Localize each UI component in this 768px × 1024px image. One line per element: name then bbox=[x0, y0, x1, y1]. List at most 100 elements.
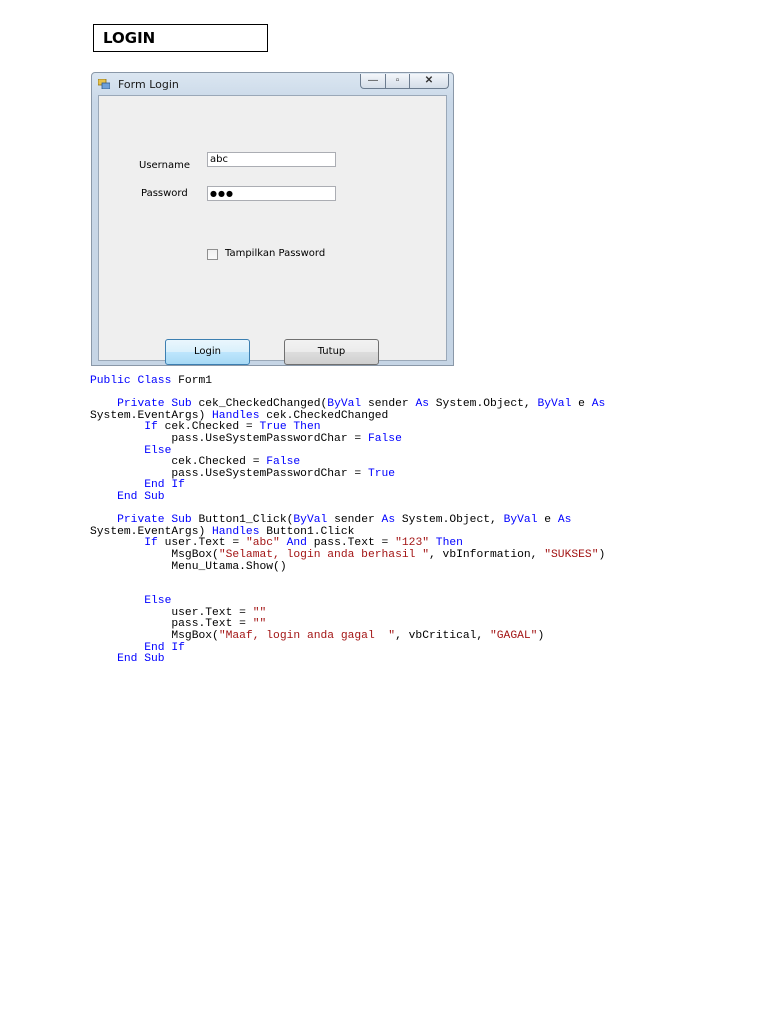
minimize-button[interactable]: — bbox=[360, 74, 386, 89]
code-text: System.Object, bbox=[429, 398, 538, 411]
code-text: user.Text = bbox=[157, 537, 246, 550]
code-keyword: Handles bbox=[212, 409, 260, 422]
code-text: MsgBox( bbox=[90, 630, 219, 643]
code-text: Form1 bbox=[171, 375, 213, 387]
code-string: "GAGAL" bbox=[490, 630, 538, 643]
code-keyword: Else bbox=[144, 595, 172, 608]
code-string: "" bbox=[252, 606, 267, 619]
code-string: "" bbox=[252, 618, 267, 631]
code-keyword: ByVal bbox=[503, 514, 538, 527]
code-line: Menu_Utama.Show() bbox=[90, 560, 605, 574]
code-text: cek.CheckedChanged bbox=[259, 409, 389, 422]
code-text: e bbox=[571, 398, 592, 411]
maximize-button[interactable]: ▫ bbox=[385, 74, 410, 89]
username-input[interactable]: abc bbox=[207, 152, 336, 167]
show-password-label[interactable]: Tampilkan Password bbox=[225, 248, 325, 259]
code-text: ) bbox=[598, 548, 606, 561]
code-string: "Selamat, login anda berhasil " bbox=[218, 548, 429, 561]
code-keyword: As bbox=[591, 398, 606, 411]
code-keyword: True bbox=[259, 421, 287, 434]
code-text: pass.UseSystemPasswordChar = bbox=[90, 467, 368, 480]
code-line: End Sub bbox=[90, 490, 605, 504]
code-keyword: End Sub bbox=[117, 653, 165, 666]
tutup-button[interactable]: Tutup bbox=[284, 339, 379, 365]
form-client-area: Username abc Password ●●● Tampilkan Pass… bbox=[98, 95, 447, 365]
code-keyword: ByVal bbox=[327, 398, 362, 411]
code-string: "abc" bbox=[245, 537, 280, 550]
code-text: System.Object, bbox=[395, 514, 504, 527]
code-keyword: End If bbox=[144, 641, 185, 654]
code-keyword: End If bbox=[144, 479, 185, 492]
code-keyword: Private Sub bbox=[117, 398, 192, 411]
password-label: Password bbox=[141, 188, 188, 199]
code-keyword: Else bbox=[144, 444, 172, 457]
title-bar[interactable]: Form Login — ▫ ✕ bbox=[92, 73, 453, 95]
code-text: Menu_Utama.Show() bbox=[90, 560, 287, 573]
code-text: cek.Checked = bbox=[90, 456, 267, 469]
code-text: , vbInformation, bbox=[428, 548, 545, 561]
code-keyword: And bbox=[286, 537, 307, 550]
code-text: ) bbox=[537, 630, 545, 643]
code-keyword: If bbox=[144, 421, 158, 434]
code-keyword: False bbox=[266, 456, 301, 469]
code-keyword: True bbox=[367, 467, 396, 480]
code-text: Button1.Click bbox=[259, 525, 355, 538]
password-input[interactable]: ●●● bbox=[207, 186, 336, 201]
code-text: e bbox=[537, 514, 558, 527]
code-text: user.Text = bbox=[90, 606, 253, 619]
code-text: MsgBox( bbox=[90, 548, 219, 561]
code-line: Public Class Form1 bbox=[90, 375, 605, 388]
code-line: End If bbox=[90, 641, 605, 655]
code-keyword: Private Sub bbox=[117, 514, 192, 527]
code-text: cek_CheckedChanged( bbox=[191, 398, 328, 411]
show-password-checkbox[interactable] bbox=[207, 249, 218, 260]
code-line: End If bbox=[90, 480, 605, 492]
code-line: End Sub bbox=[90, 653, 605, 666]
login-window: Form Login — ▫ ✕ Username abc Password ●… bbox=[91, 72, 454, 366]
code-text: sender bbox=[361, 398, 416, 411]
code-text: pass.Text = bbox=[306, 537, 396, 550]
code-text: , vbCritical, bbox=[395, 630, 490, 643]
code-keyword: ByVal bbox=[537, 398, 572, 411]
page-heading: LOGIN bbox=[93, 24, 268, 52]
window-title: Form Login bbox=[118, 78, 179, 91]
code-keyword: As bbox=[381, 514, 396, 527]
code-text: pass.Text = bbox=[90, 618, 253, 631]
code-string: "Maaf, login anda gagal " bbox=[218, 630, 396, 643]
code-keyword: If bbox=[144, 537, 158, 550]
code-keyword: As bbox=[415, 398, 429, 411]
code-keyword: Then bbox=[293, 421, 321, 434]
code-text: System.EventArgs) bbox=[90, 525, 213, 538]
form-app-icon bbox=[98, 79, 110, 89]
code-keyword: False bbox=[367, 432, 402, 445]
code-keyword: ByVal bbox=[293, 514, 328, 527]
code-keyword: Public Class bbox=[90, 375, 172, 387]
code-keyword: End Sub bbox=[117, 490, 165, 503]
code-keyword: Handles bbox=[212, 525, 260, 538]
code-text: pass.UseSystemPasswordChar = bbox=[90, 432, 368, 445]
code-keyword: As bbox=[557, 514, 572, 527]
username-label: Username bbox=[139, 160, 190, 171]
code-keyword: Then bbox=[435, 537, 463, 550]
code-text: cek.Checked = bbox=[157, 421, 260, 434]
close-window-button[interactable]: ✕ bbox=[409, 74, 449, 89]
code-text: sender bbox=[327, 514, 382, 527]
code-string: "SUKSES" bbox=[544, 548, 599, 561]
code-string: "123" bbox=[395, 537, 430, 550]
code-listing: Public Class Form1 Private Sub cek_Check… bbox=[90, 375, 606, 666]
login-button[interactable]: Login bbox=[165, 339, 250, 365]
code-text: Button1_Click( bbox=[191, 514, 294, 527]
